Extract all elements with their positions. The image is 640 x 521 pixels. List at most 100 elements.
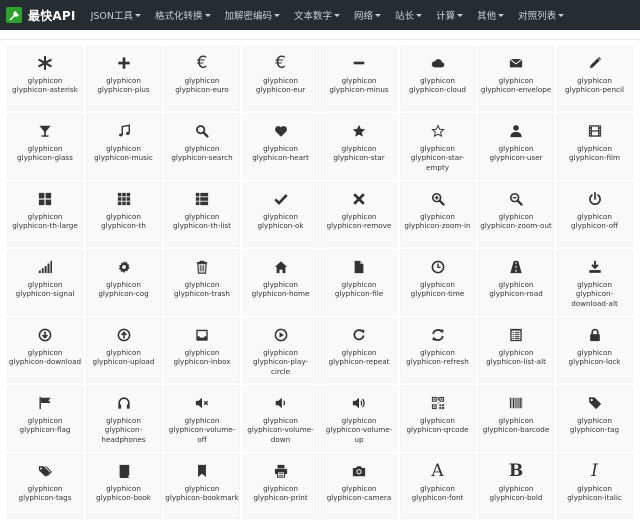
icon-prefix-label: glyphicon — [263, 144, 298, 153]
icon-cell[interactable]: glyphicon glyphicon-zoom-out — [478, 182, 554, 247]
refresh-icon — [430, 327, 446, 343]
nav-item-0[interactable]: JSON工具 — [84, 0, 148, 30]
icon-cell[interactable]: glyphicon glyphicon-off — [556, 182, 633, 247]
icon-cell[interactable]: glyphicon glyphicon-qrcode — [399, 386, 476, 451]
icon-class-label: glyphicon-headphones — [101, 425, 146, 444]
icon-cell[interactable]: glyphicon glyphicon-minus — [321, 46, 397, 111]
caret-down-icon — [498, 13, 505, 17]
icon-prefix-label: glyphicon — [498, 144, 534, 153]
icon-cell[interactable]: glyphicon glyphicon-remove — [321, 182, 397, 247]
icon-cell[interactable]: glyphicon glyphicon-barcode — [478, 386, 554, 451]
icon-cell[interactable]: glyphicon glyphicon-list-alt — [478, 318, 554, 383]
nav-item-label: 文本数字 — [294, 11, 333, 22]
nav-item-2[interactable]: 加解密编码 — [218, 0, 288, 30]
icon-cell[interactable]: glyphicon glyphicon-signal — [7, 250, 83, 315]
icon-cell[interactable]: glyphicon glyphicon-th-large — [7, 182, 83, 247]
icon-cell[interactable]: glyphicon glyphicon-zoom-in — [399, 182, 476, 247]
icon-prefix-label: glyphicon — [106, 212, 141, 221]
nav-item-7[interactable]: 其他 — [470, 0, 511, 30]
nav-item-8[interactable]: 对照列表 — [511, 0, 571, 30]
ok-icon — [273, 191, 289, 207]
caret-down-icon — [457, 13, 464, 17]
icon-cell[interactable]: € glyphicon glyphicon-eur — [242, 46, 319, 111]
icon-cell[interactable]: glyphicon glyphicon-th-list — [164, 182, 240, 247]
icon-cell[interactable]: glyphicon glyphicon-download — [7, 318, 83, 383]
icon-cell[interactable]: glyphicon glyphicon-tag — [556, 386, 633, 451]
nav-item-label: JSON工具 — [90, 11, 133, 22]
th-list-icon — [194, 191, 210, 207]
icon-cell[interactable]: glyphicon glyphicon-user — [478, 114, 554, 179]
icon-class-label: glyphicon-envelope — [480, 85, 552, 95]
icon-prefix-label: glyphicon — [577, 212, 612, 221]
icon-cell[interactable]: glyphicon glyphicon-bookmark — [164, 454, 240, 519]
icon-cell[interactable]: glyphicon glyphicon-repeat — [321, 318, 397, 383]
music-icon — [116, 123, 132, 139]
icon-cell[interactable]: glyphicon glyphicon-volume-down — [242, 386, 319, 451]
file-icon — [351, 259, 367, 275]
icon-cell[interactable]: glyphicon glyphicon-volume-off — [164, 386, 240, 451]
icon-cell[interactable]: glyphicon glyphicon-envelope — [478, 46, 554, 111]
nav-item-label: 站长 — [395, 11, 415, 22]
icon-cell[interactable]: glyphicon glyphicon-search — [164, 114, 240, 179]
icon-cell[interactable]: glyphicon glyphicon-headphones — [85, 386, 162, 451]
volume-off-icon — [194, 395, 210, 411]
icon-cell[interactable]: glyphicon glyphicon-heart — [242, 114, 319, 179]
icon-cell[interactable]: glyphicon glyphicon-refresh — [399, 318, 476, 383]
cog-icon — [116, 259, 132, 275]
icon-cell[interactable]: glyphicon glyphicon-inbox — [164, 318, 240, 383]
nav-item-5[interactable]: 站长 — [388, 0, 429, 30]
icon-cell[interactable]: glyphicon glyphicon-plus — [85, 46, 162, 111]
icon-class-label: glyphicon-trash — [174, 289, 230, 299]
icon-cell[interactable]: glyphicon glyphicon-time — [399, 250, 476, 315]
icon-class-label: glyphicon-bookmark — [165, 493, 239, 503]
icon-cell[interactable]: glyphicon glyphicon-music — [85, 114, 162, 179]
icon-cell[interactable]: glyphicon glyphicon-camera — [321, 454, 397, 519]
icon-cell[interactable]: Iglyphicon glyphicon-italic — [556, 454, 633, 519]
icon-cell[interactable]: glyphicon glyphicon-upload — [85, 318, 162, 383]
icon-cell[interactable]: glyphicon glyphicon-cog — [85, 250, 162, 315]
icon-class-label: glyphicon-euro — [175, 85, 229, 95]
icon-cell[interactable]: glyphicon glyphicon-road — [478, 250, 554, 315]
icon-class-label: glyphicon-upload — [92, 357, 155, 367]
icon-cell[interactable]: glyphicon glyphicon-asterisk — [7, 46, 83, 111]
icon-cell[interactable]: glyphicon glyphicon-star-empty — [399, 114, 476, 179]
home-icon — [273, 259, 289, 275]
icon-cell[interactable]: glyphicon glyphicon-lock — [556, 318, 633, 383]
icon-cell[interactable]: glyphicon glyphicon-file — [321, 250, 397, 315]
icon-cell[interactable]: glyphicon glyphicon-th — [85, 182, 162, 247]
icon-cell[interactable]: glyphicon glyphicon-play-circle — [242, 318, 319, 383]
icon-cell[interactable]: glyphicon glyphicon-film — [556, 114, 633, 179]
bookmark-icon — [194, 463, 210, 479]
icon-cell[interactable]: glyphicon glyphicon-trash — [164, 250, 240, 315]
icon-cell[interactable]: glyphicon glyphicon-download-alt — [556, 250, 633, 315]
icon-cell[interactable]: glyphicon glyphicon-glass — [7, 114, 83, 179]
icon-cell[interactable]: glyphicon glyphicon-cloud — [399, 46, 476, 111]
icon-cell[interactable]: € glyphicon glyphicon-euro — [164, 46, 240, 111]
nav-item-6[interactable]: 计算 — [429, 0, 470, 30]
icon-class-label: glyphicon-star — [333, 153, 385, 163]
icon-cell[interactable]: glyphicon glyphicon-tags — [7, 454, 83, 519]
nav-item-1[interactable]: 格式化转换 — [148, 0, 218, 30]
icon-cell[interactable]: glyphicon glyphicon-star — [321, 114, 397, 179]
icon-cell[interactable]: glyphicon glyphicon-flag — [7, 386, 83, 451]
icon-cell[interactable]: glyphicon glyphicon-ok — [242, 182, 319, 247]
icon-cell[interactable]: Bglyphicon glyphicon-bold — [478, 454, 554, 519]
icon-cell[interactable]: glyphicon glyphicon-volume-up — [321, 386, 397, 451]
brand-title: 最快API — [28, 8, 76, 23]
icon-prefix-label: glyphicon — [341, 212, 377, 221]
icon-cell[interactable]: glyphicon glyphicon-book — [85, 454, 162, 519]
nav-item-4[interactable]: 网络 — [347, 0, 388, 30]
icon-cell[interactable]: glyphicon glyphicon-home — [242, 250, 319, 315]
icon-cell[interactable]: glyphicon glyphicon-print — [242, 454, 319, 519]
icon-prefix-label: glyphicon — [498, 416, 534, 425]
icon-prefix-label: glyphicon — [341, 76, 377, 85]
trash-icon — [194, 259, 210, 275]
icon-cell[interactable]: Aglyphicon glyphicon-font — [399, 454, 476, 519]
icon-prefix-label: glyphicon — [498, 348, 534, 357]
cloud-icon — [430, 55, 446, 71]
icon-prefix-label: glyphicon — [420, 416, 455, 425]
nav-item-3[interactable]: 文本数字 — [287, 0, 347, 30]
icon-class-label: glyphicon-bold — [489, 493, 543, 503]
icon-cell[interactable]: glyphicon glyphicon-pencil — [556, 46, 633, 111]
brand[interactable]: 最快API — [0, 0, 84, 30]
